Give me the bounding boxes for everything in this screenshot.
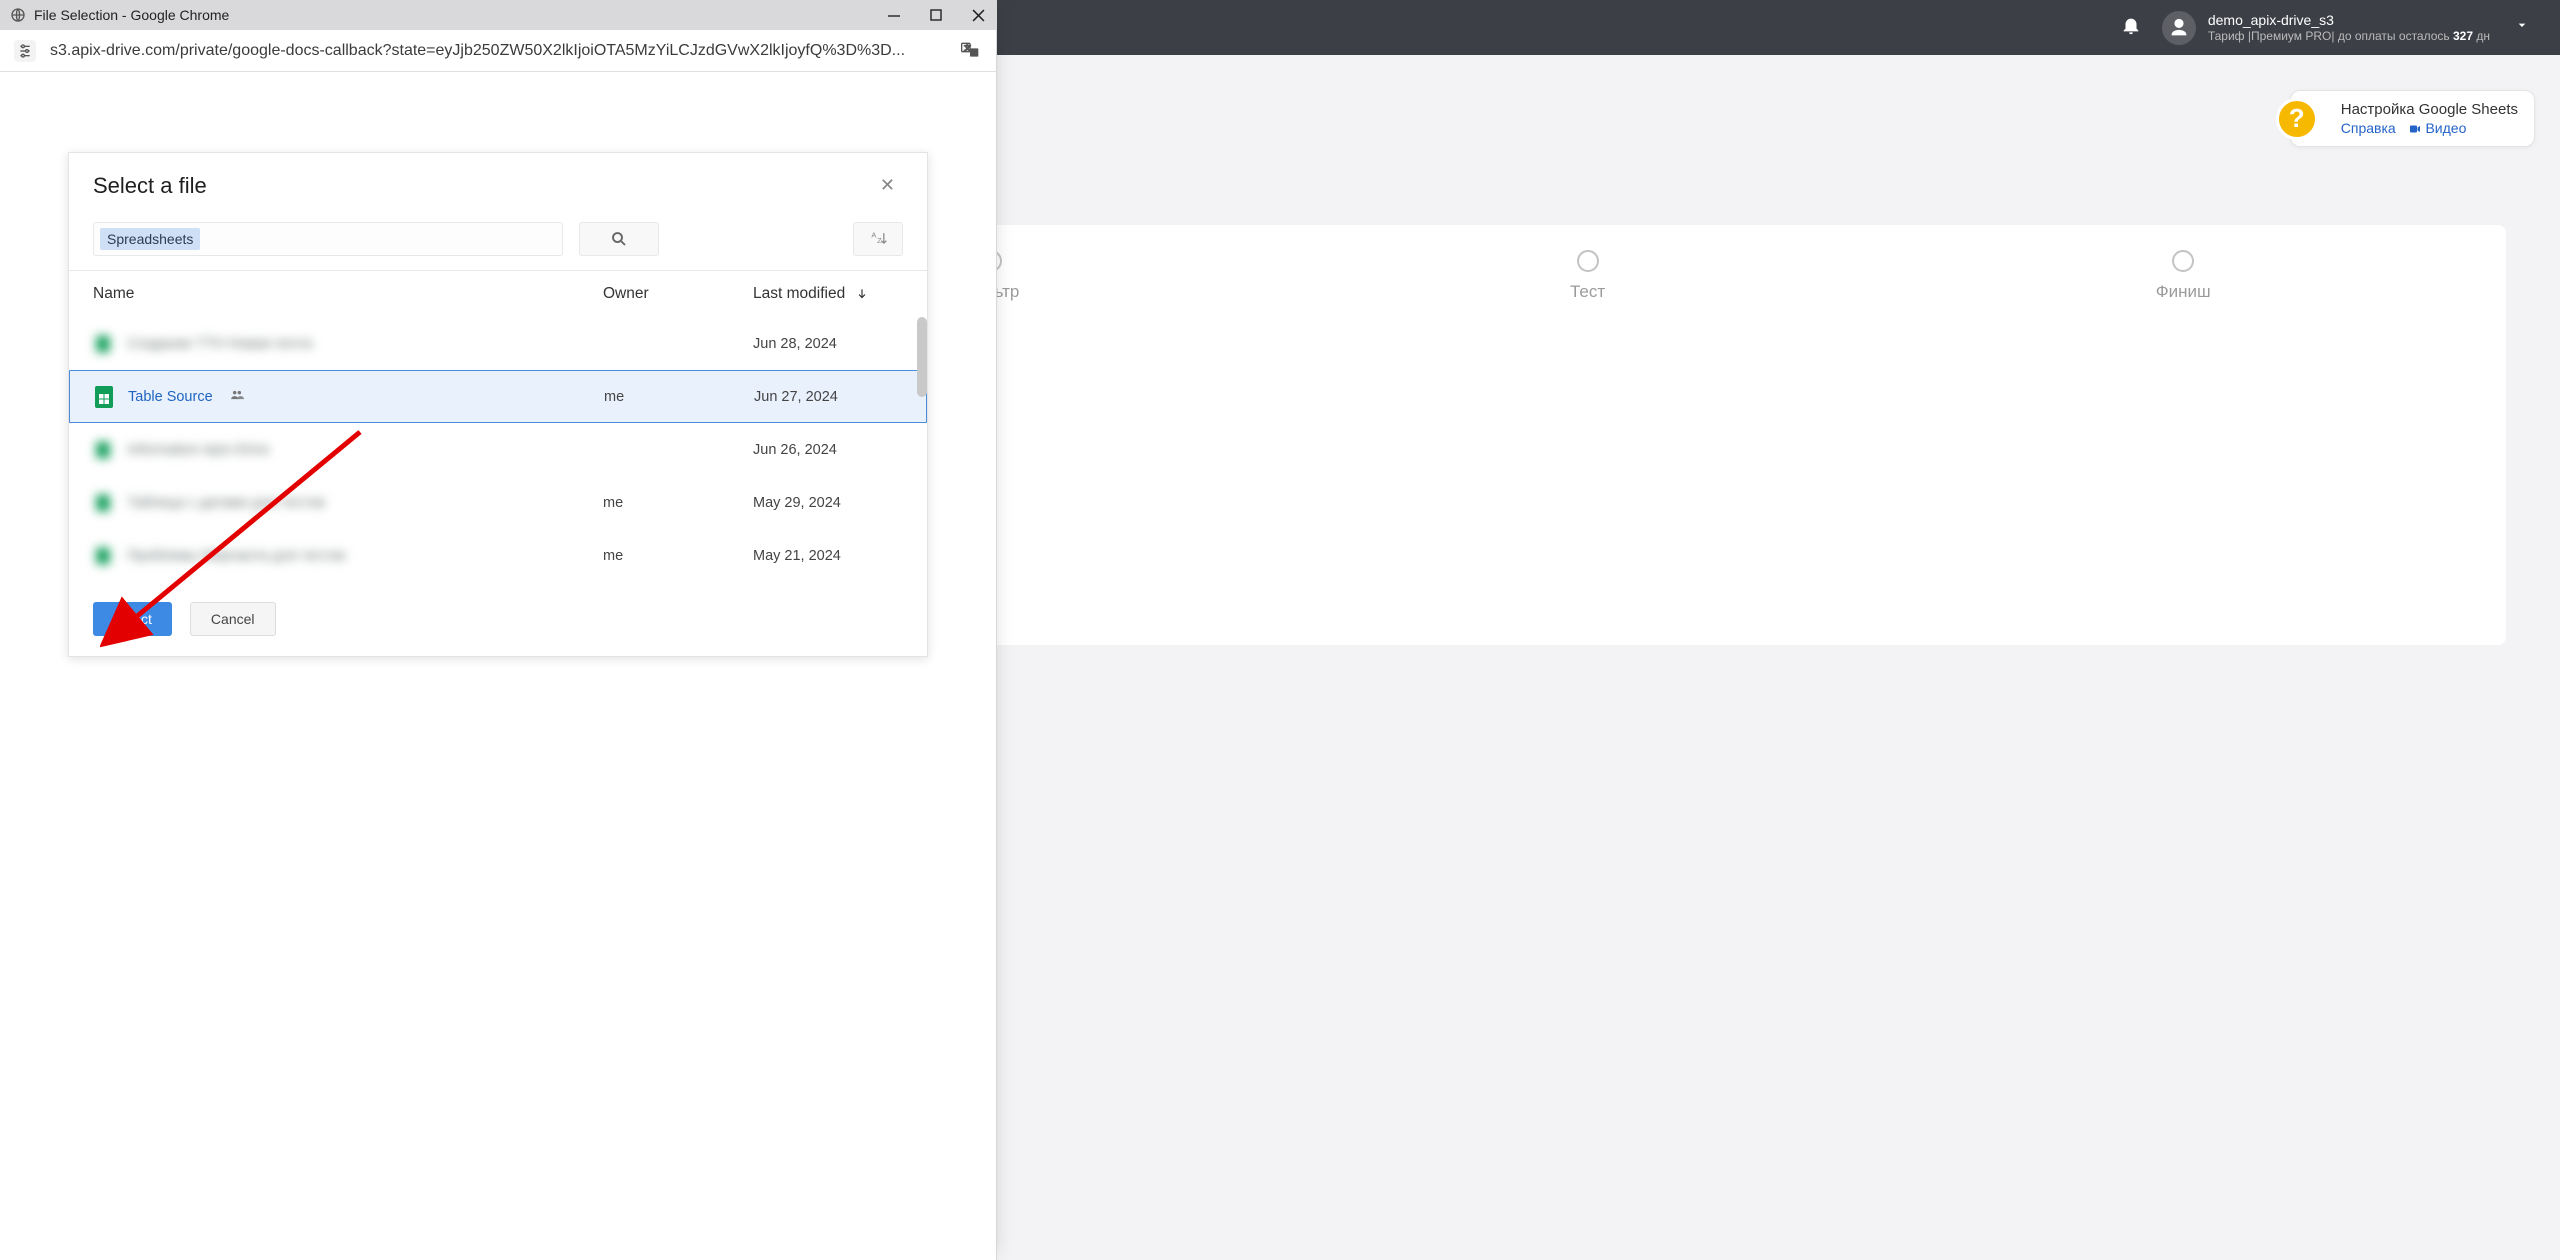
- user-name: demo_apix-drive_s3: [2208, 11, 2490, 29]
- globe-icon: [10, 7, 26, 23]
- help-video-link[interactable]: Видео: [2408, 120, 2467, 136]
- window-titlebar[interactable]: File Selection - Google Chrome: [0, 0, 996, 30]
- cancel-button[interactable]: Cancel: [190, 602, 276, 636]
- address-bar: s3.apix-drive.com/private/google-docs-ca…: [0, 30, 996, 72]
- user-block[interactable]: demo_apix-drive_s3 Тариф |Премиум PRO| д…: [2162, 11, 2530, 45]
- step-4: Финиш: [2156, 250, 2211, 302]
- file-name: Table Source: [128, 389, 213, 405]
- file-owner: me: [604, 389, 754, 405]
- select-button[interactable]: Select: [93, 602, 172, 636]
- sheets-icon: [94, 385, 114, 409]
- sort-az-button[interactable]: A Z: [853, 222, 903, 256]
- window-title: File Selection - Google Chrome: [34, 7, 229, 23]
- picker-wrap: Select a file ✕ Spreadsheets A Z: [0, 72, 996, 1260]
- search-button[interactable]: [579, 222, 659, 256]
- user-tariff: Тариф |Премиум PRO| до оплаты осталось 3…: [2208, 29, 2490, 45]
- file-selection-window: File Selection - Google Chrome s3.apix-d…: [0, 0, 997, 1260]
- svg-text:A: A: [972, 50, 977, 57]
- arrow-down-icon: [855, 287, 869, 301]
- minimize-icon[interactable]: [886, 7, 902, 23]
- svg-text:文: 文: [964, 43, 971, 52]
- picker-title: Select a file: [93, 173, 207, 199]
- scrollbar-thumb[interactable]: [917, 317, 927, 397]
- help-icon[interactable]: ?: [2276, 98, 2318, 140]
- col-modified[interactable]: Last modified: [753, 285, 903, 303]
- site-settings-icon[interactable]: [14, 40, 36, 62]
- step-3: Тест: [1570, 250, 1605, 302]
- file-modified: Jun 27, 2024: [754, 389, 902, 405]
- col-owner[interactable]: Owner: [603, 285, 753, 303]
- search-input[interactable]: Spreadsheets: [93, 222, 563, 256]
- file-list: Создание ТТН Новая почта Jun 28, 2024 Ta…: [69, 317, 927, 582]
- file-row[interactable]: Information Apix-Drive Jun 26, 2024: [69, 423, 927, 476]
- help-card: ? Настройка Google Sheets Справка Видео: [2290, 90, 2535, 147]
- picker-close-icon[interactable]: ✕: [872, 171, 903, 200]
- translate-icon[interactable]: 文A: [960, 40, 982, 62]
- chevron-down-icon[interactable]: [2514, 17, 2530, 38]
- column-headers: Name Owner Last modified: [69, 271, 927, 317]
- svg-text:A: A: [871, 230, 876, 239]
- url-text[interactable]: s3.apix-drive.com/private/google-docs-ca…: [50, 42, 946, 60]
- filter-chip[interactable]: Spreadsheets: [100, 228, 200, 250]
- maximize-icon[interactable]: [928, 7, 944, 23]
- help-title: Настройка Google Sheets: [2341, 101, 2518, 118]
- close-icon[interactable]: [970, 7, 986, 23]
- help-spravka-link[interactable]: Справка: [2341, 120, 2396, 136]
- bell-icon[interactable]: [2120, 14, 2142, 42]
- file-row[interactable]: Проблемы Мерчанта для тестов me May 21, …: [69, 529, 927, 582]
- col-name[interactable]: Name: [93, 285, 603, 303]
- file-row[interactable]: Создание ТТН Новая почта Jun 28, 2024: [69, 317, 927, 370]
- shared-icon: [227, 388, 247, 406]
- avatar-icon: [2162, 11, 2196, 45]
- user-info: demo_apix-drive_s3 Тариф |Премиум PRO| д…: [2208, 11, 2490, 45]
- file-row-selected[interactable]: Table Source me Jun 27, 2024: [69, 370, 927, 423]
- google-picker: Select a file ✕ Spreadsheets A Z: [68, 152, 928, 657]
- file-row[interactable]: Таблица с датами для тестов me May 29, 2…: [69, 476, 927, 529]
